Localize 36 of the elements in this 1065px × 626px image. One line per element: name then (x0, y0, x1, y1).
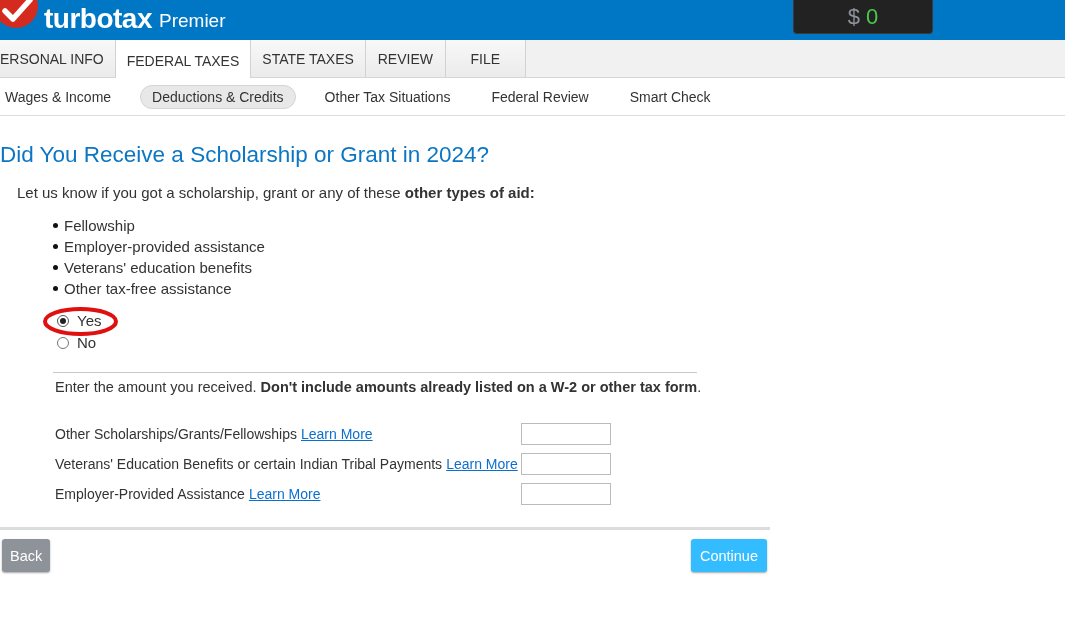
section-nav-item[interactable]: Other Tax Situations (312, 84, 463, 109)
list-item-text: Fellowship (64, 216, 135, 236)
tab[interactable]: STATE TAXES (251, 40, 366, 77)
bullet-icon (53, 223, 58, 228)
currency-symbol: $ (847, 3, 860, 30)
radio-option[interactable]: No (57, 333, 97, 353)
amount-input-field[interactable] (521, 453, 611, 475)
amount-input-field[interactable] (521, 483, 611, 505)
brand-name: turbotax (44, 5, 152, 33)
section-nav-item[interactable]: Wages & Income (0, 84, 124, 109)
bullet-icon (53, 286, 58, 291)
field-label: Employer-Provided Assistance (55, 486, 245, 502)
bullet-icon (53, 265, 58, 270)
tab[interactable]: FEDERAL TAXES (115, 40, 252, 78)
tab[interactable]: FILE (445, 40, 526, 77)
refund-amount: 0 (866, 3, 879, 30)
checkmark-logo-icon (0, 0, 38, 29)
field-label: Other Scholarships/Grants/Fellowships (55, 426, 297, 442)
page-heading: Did You Receive a Scholarship or Grant in 2024? (0, 142, 491, 168)
intro-text: Let us know if you got a scholarship, grant or any of these other types of aid: (17, 183, 536, 203)
field-label: Veterans' Education Benefits or certain Indian Tribal Payments (55, 456, 443, 472)
learn-more-link[interactable]: Learn More (446, 456, 518, 472)
learn-more-link[interactable]: Learn More (301, 426, 373, 442)
section-nav-item[interactable]: Federal Review (479, 84, 601, 109)
bullet-icon (53, 244, 58, 249)
instruction-text: Enter the amount you received. Don't include amounts already listed on a W-2 or other tax form. (55, 378, 703, 397)
section-nav-item[interactable]: Smart Check (617, 84, 723, 109)
list-item-text: Veterans' education benefits (64, 258, 252, 278)
amount-input-field[interactable] (521, 423, 611, 445)
list-item-text: Other tax-free assistance (64, 279, 232, 299)
edition-name: Premier (159, 11, 226, 31)
tab[interactable]: REVIEW (365, 40, 446, 77)
learn-more-link[interactable]: Learn More (248, 486, 321, 502)
section-nav-item[interactable]: Deductions & Credits (140, 84, 296, 109)
tab[interactable]: ERSONAL INFO (0, 40, 116, 77)
list-item-text: Employer-provided assistance (64, 237, 265, 257)
